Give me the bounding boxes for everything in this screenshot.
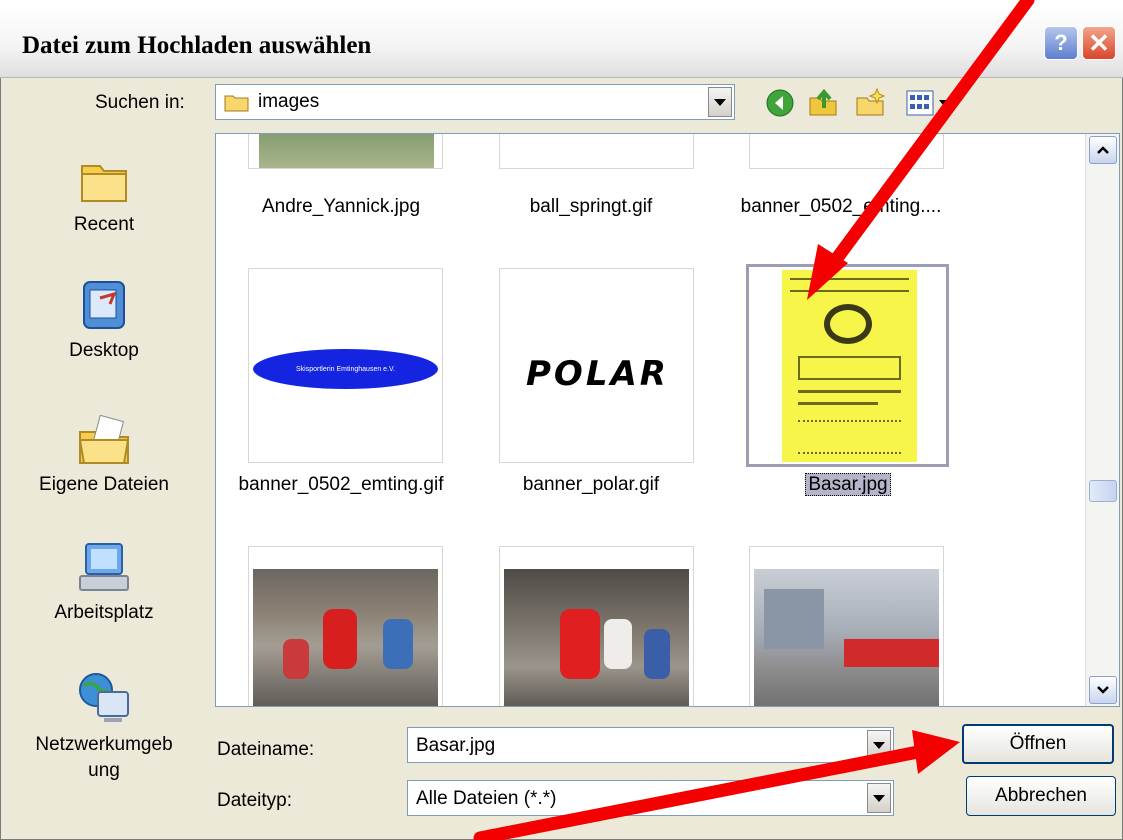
photo-preview [754,569,939,706]
lookin-dropdown[interactable]: images [215,84,735,120]
place-network[interactable]: Netzwerkumgeb ung [14,668,194,784]
wreath-graphic [824,304,872,344]
place-label: Eigene Dateien [39,474,169,495]
help-button[interactable]: ? [1044,26,1078,60]
filetype-value: Alle Dateien (*.*) [416,788,557,809]
polar-logo: POLAR [526,354,669,394]
filename-label: Dateiname: [217,739,315,760]
place-label: Netzwerkumgeb ung [35,734,173,781]
dialog-title: Datei zum Hochladen auswählen [22,32,372,59]
new-folder-icon[interactable] [855,86,887,118]
photo-preview [259,134,434,168]
scroll-thumb[interactable] [1089,480,1117,502]
places-bar: Recent Desktop Eigene Dateien Arbeitspla… [14,128,194,818]
cancel-button[interactable]: Abbrechen [966,776,1116,816]
filetype-dropdown[interactable]: Alle Dateien (*.*) [407,780,894,816]
chevron-down-icon [873,794,885,802]
filename-dropdown-arrow[interactable] [867,730,891,760]
place-label: Arbeitsplatz [54,602,154,623]
place-recent[interactable]: Recent [14,150,194,236]
photo-preview [253,569,438,706]
filetype-dropdown-arrow[interactable] [867,783,891,813]
scroll-down-button[interactable] [1089,676,1117,704]
lookin-value: images [258,91,320,112]
lookin-label: Suchen in: [95,92,185,113]
flyer-preview [782,270,917,462]
file-name[interactable]: banner_0502_emting.... [716,196,966,218]
folder-icon [224,93,250,112]
chevron-down-icon [873,741,885,749]
file-thumbnail[interactable] [749,134,944,169]
close-icon: ✕ [1088,27,1110,58]
close-button[interactable]: ✕ [1082,26,1116,60]
scroll-up-button[interactable] [1089,136,1117,164]
filetype-label: Dateityp: [217,790,292,811]
filename-value: Basar.jpg [416,735,496,756]
place-desktop[interactable]: Desktop [14,276,194,362]
place-my-documents[interactable]: Eigene Dateien [14,410,194,496]
chevron-up-icon [1097,146,1109,154]
file-name[interactable]: banner_polar.gif [466,474,716,496]
file-thumbnail[interactable] [499,134,694,169]
file-thumbnail[interactable] [248,134,443,169]
file-name-selected[interactable]: Basar.jpg [723,473,973,496]
network-icon [74,668,134,728]
place-label: Recent [73,214,135,235]
file-thumbnail-selected[interactable] [746,264,949,467]
lookin-dropdown-arrow[interactable] [708,87,732,117]
filename-combobox[interactable]: Basar.jpg [407,727,894,763]
desktop-icon [74,276,134,336]
file-name[interactable]: Andre_Yannick.jpg [216,196,466,218]
back-icon[interactable] [765,88,795,118]
my-computer-icon [74,538,134,598]
file-thumbnail[interactable] [499,546,694,706]
file-list[interactable]: Andre_Yannick.jpg ball_springt.gif banne… [215,133,1120,707]
chevron-down-icon [1097,686,1109,694]
file-thumbnail[interactable] [749,546,944,706]
help-icon: ? [1054,30,1068,55]
place-my-computer[interactable]: Arbeitsplatz [14,538,194,624]
vertical-scrollbar[interactable] [1085,134,1119,706]
file-name[interactable]: banner_0502_emting.gif [216,474,466,496]
recent-folder-icon [74,150,134,210]
place-label: Desktop [69,340,139,361]
open-button[interactable]: Öffnen [962,724,1114,764]
up-folder-icon[interactable] [808,86,840,118]
banner-preview: Skisportlerin Emtinghausen e.V. [253,349,438,389]
chevron-down-icon [714,98,726,106]
view-menu-icon[interactable] [905,88,955,118]
file-name[interactable]: ball_springt.gif [466,196,716,218]
my-documents-icon [74,410,134,470]
photo-preview [504,569,689,706]
file-thumbnail[interactable] [248,546,443,706]
file-thumbnail[interactable]: POLAR [499,268,694,463]
file-thumbnail[interactable]: Skisportlerin Emtinghausen e.V. [248,268,443,463]
